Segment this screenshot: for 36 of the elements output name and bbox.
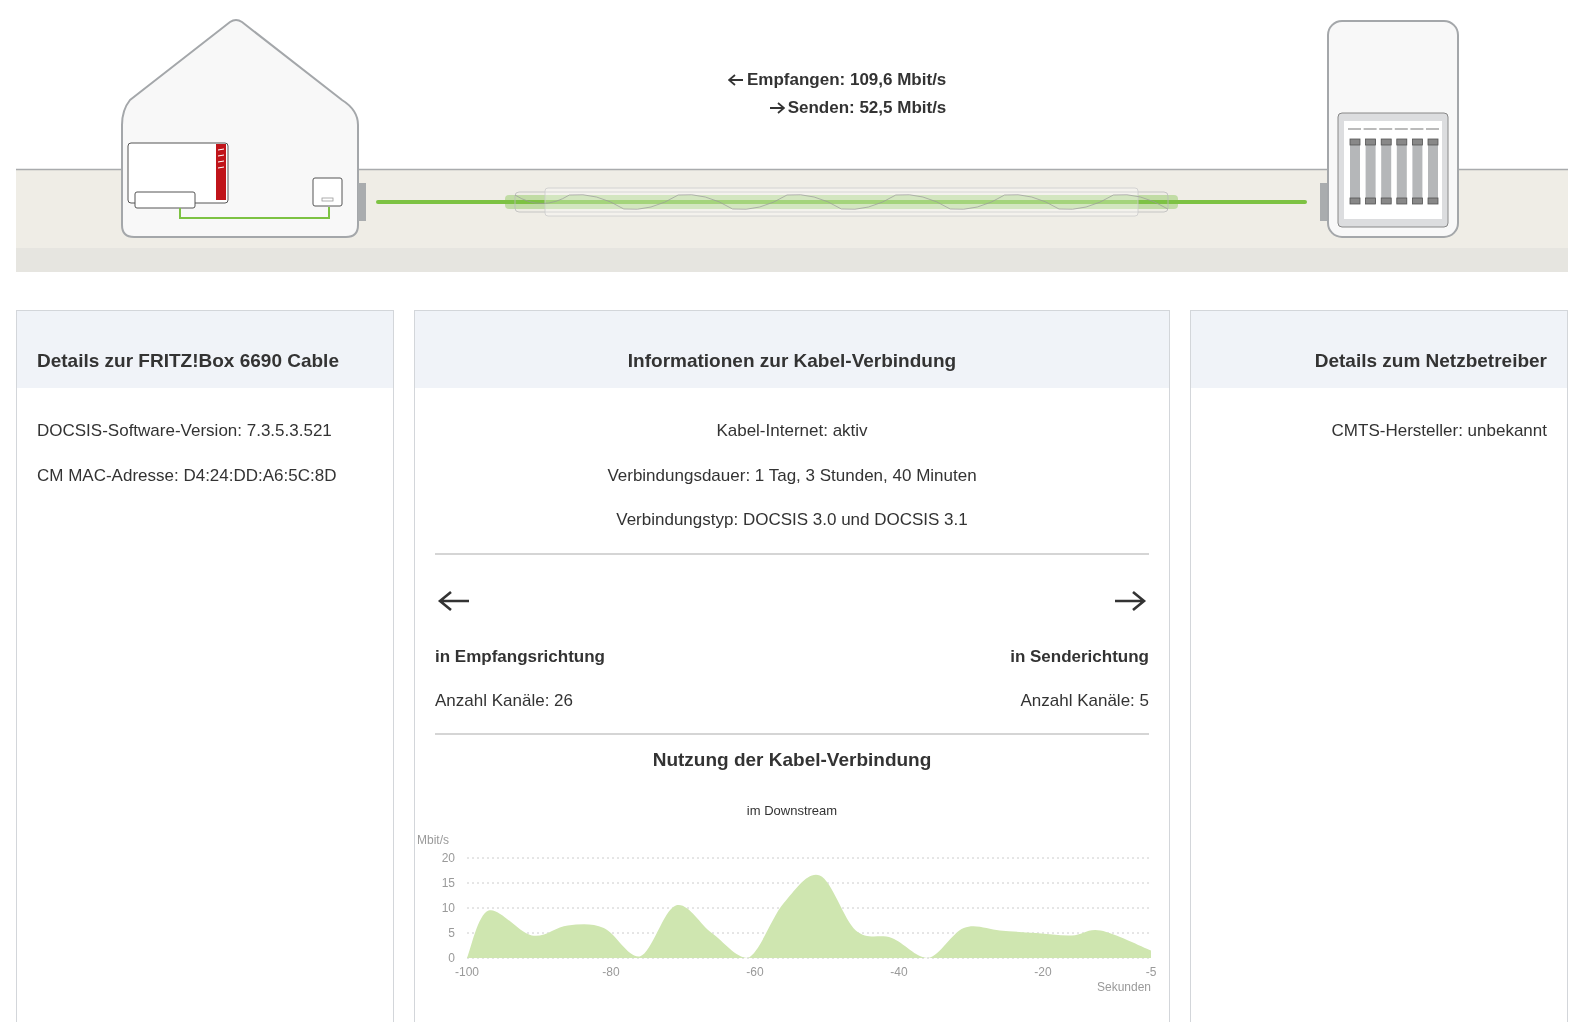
- axis-tick-label: -100: [455, 964, 479, 979]
- axis-tick-label: 10: [441, 900, 455, 915]
- speed-text: Empfangen: 109,6 Mbit/s: [747, 70, 947, 90]
- panel-title: Details zur FRITZ!Box 6690 Cable: [37, 349, 340, 372]
- arrow-right-icon: [1113, 588, 1147, 613]
- chart-section-title: Nutzung der Kabel-Verbindung: [651, 748, 933, 771]
- info-text: Verbindungstyp: DOCSIS 3.0 und DOCSIS 3.1: [615, 509, 969, 531]
- info-text: DOCSIS-Software-Version: 7.3.5.3.521: [37, 420, 333, 442]
- info-text: Kabel-Internet: aktiv: [715, 420, 869, 442]
- axis-tick-label: -40: [890, 964, 908, 979]
- axis-tick-label: 20: [441, 850, 455, 865]
- outlet-drawing: [312, 177, 343, 207]
- axis-tick-label: 0: [448, 950, 455, 965]
- channel-count: Anzahl Kanäle: 5: [1020, 689, 1149, 712]
- axis-tick-label: -60: [746, 964, 764, 979]
- axis-label: Sekunden: [1096, 979, 1151, 994]
- channel-count: Anzahl Kanäle: 26: [435, 689, 573, 712]
- axis-tick-label: 5: [448, 925, 455, 940]
- info-text: CMTS-Hersteller: unbekannt: [1330, 420, 1547, 442]
- socket-icon: [358, 183, 366, 221]
- direction-label: in Senderichtung: [1010, 645, 1149, 668]
- arrow-right-icon: [768, 102, 785, 114]
- arrow-left-icon: [437, 588, 471, 613]
- axis-tick-label: 15: [441, 875, 455, 890]
- axis-tick-label: -5: [1145, 964, 1157, 979]
- panel-title: Details zum Netzbetreiber: [1313, 349, 1547, 372]
- chart-title: im Downstream: [745, 801, 839, 818]
- speed-text: Senden: 52,5 Mbit/s: [787, 98, 947, 118]
- direction-label: in Empfangsrichtung: [435, 645, 605, 668]
- info-text: Verbindungsdauer: 1 Tag, 3 Stunden, 40 Minuten: [606, 464, 978, 487]
- panel-title: Informationen zur Kabel-Verbindung: [626, 349, 958, 372]
- arrow-left-icon: [728, 74, 744, 86]
- axis-label: Mbit/s: [417, 832, 449, 847]
- axis-tick-label: -80: [602, 964, 620, 979]
- info-text: CM MAC-Adresse: D4:24:DD:A6:5C:8D: [37, 464, 338, 487]
- axis-tick-label: -20: [1034, 964, 1052, 979]
